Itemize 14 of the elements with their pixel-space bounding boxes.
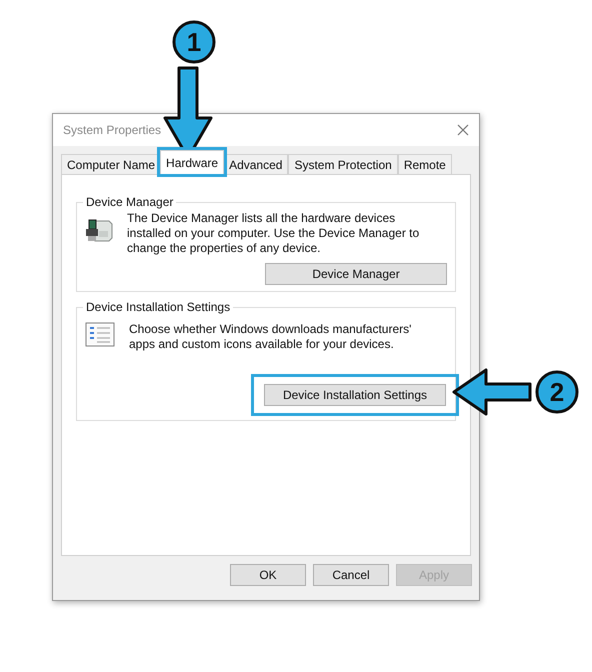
window-title: System Properties bbox=[63, 123, 162, 137]
dialog-button[interactable]: Cancel bbox=[313, 564, 389, 586]
device-icon bbox=[85, 217, 113, 243]
group-title: Device Manager bbox=[85, 195, 174, 209]
checklist-icon bbox=[85, 322, 115, 348]
tab[interactable]: System Protection bbox=[288, 154, 398, 174]
close-icon[interactable] bbox=[457, 124, 469, 136]
description-text: Choose whether Windows downloads manufacturers' apps and custom icons available for your devices. bbox=[129, 322, 412, 352]
dialog-button[interactable]: OK bbox=[230, 564, 306, 586]
tab[interactable]: Remote bbox=[398, 154, 452, 174]
action-button[interactable]: Device Installation Settings bbox=[264, 384, 446, 406]
description-text: The Device Manager lists all the hardware devices installed on your computer. Use the Device Manager to change the properties of any device. bbox=[127, 211, 420, 256]
group-title: Device Installation Settings bbox=[85, 300, 232, 314]
action-button[interactable]: Device Manager bbox=[265, 263, 447, 285]
